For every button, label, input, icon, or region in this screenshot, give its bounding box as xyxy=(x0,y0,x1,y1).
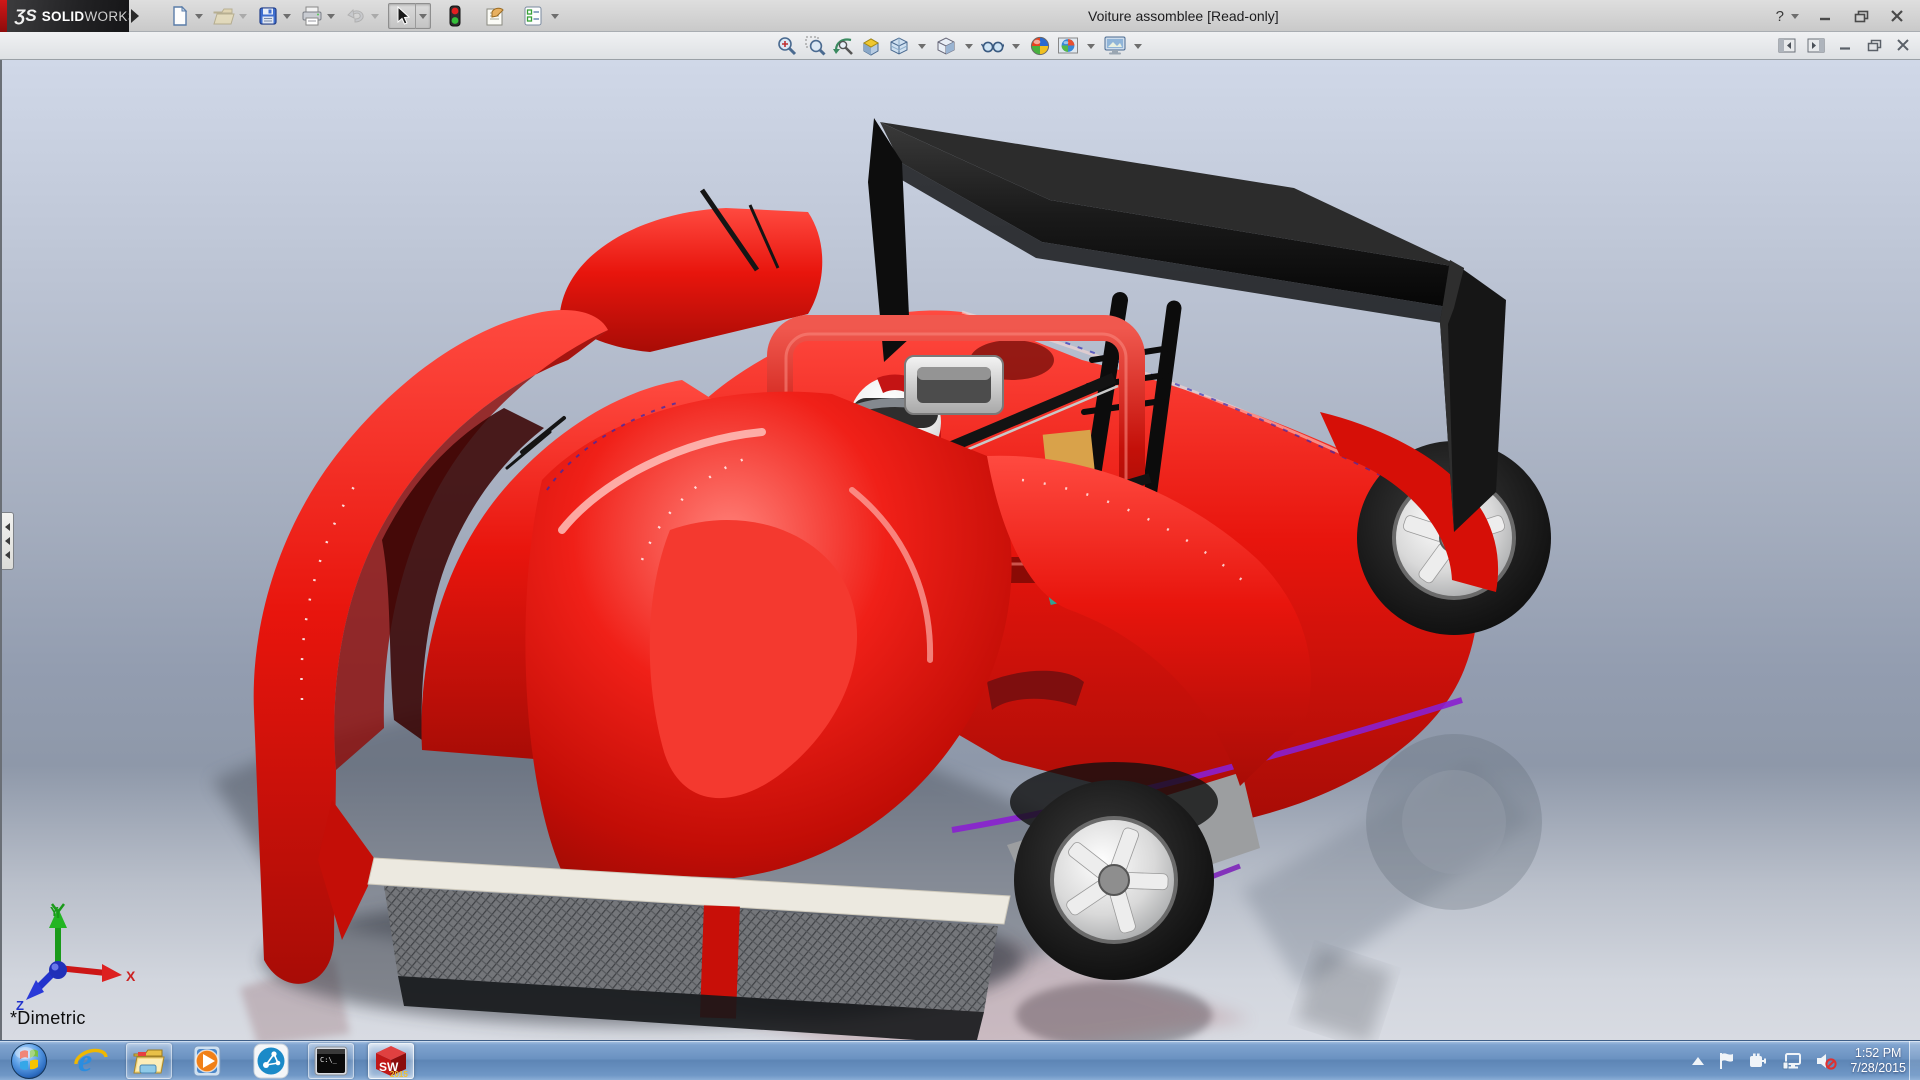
undo-dropdown[interactable] xyxy=(371,14,379,19)
help-button[interactable]: ? xyxy=(1776,8,1802,25)
title-bar: ƷS SOLIDWORKS xyxy=(0,0,1920,32)
split-pane-left-icon[interactable] xyxy=(1776,36,1798,54)
view-settings-dropdown[interactable] xyxy=(1134,44,1142,49)
options-dropdown[interactable] xyxy=(551,14,559,19)
rebuild-traffic-light-icon[interactable] xyxy=(443,4,467,28)
view-orientation-dropdown[interactable] xyxy=(918,44,926,49)
headsup-toolbar xyxy=(775,33,1145,59)
zoom-to-area-icon[interactable] xyxy=(803,35,826,58)
triad-y-label: Y xyxy=(50,904,59,919)
sw-icon-year: 2015 xyxy=(390,1070,408,1078)
select-tool-group xyxy=(388,3,431,29)
print-dropdown[interactable] xyxy=(327,14,335,19)
solidworks-taskbar-icon[interactable]: SW 2015 xyxy=(368,1043,414,1079)
cmd-icon-text: C:\_ xyxy=(320,1056,338,1064)
save-icon[interactable] xyxy=(256,4,280,28)
taskbar-clock[interactable]: 1:52 PM 7/28/2015 xyxy=(1850,1046,1906,1076)
open-dropdown[interactable] xyxy=(239,14,247,19)
main-toolbar xyxy=(168,0,562,32)
window-title: Voiture assomblee [Read-only] xyxy=(1088,8,1279,24)
display-style-dropdown[interactable] xyxy=(965,44,973,49)
close-document-icon[interactable] xyxy=(1892,36,1914,54)
car-model[interactable] xyxy=(2,60,1920,1040)
file-properties-icon[interactable] xyxy=(483,4,507,28)
windows-explorer-icon[interactable] xyxy=(126,1043,172,1079)
media-player-icon[interactable] xyxy=(184,1043,230,1079)
clock-date: 7/28/2015 xyxy=(1850,1061,1906,1076)
system-tray: 1:52 PM 7/28/2015 xyxy=(1691,1041,1906,1080)
command-prompt-icon[interactable]: C:\_ xyxy=(308,1043,354,1079)
graphics-viewport[interactable]: Y X Z *Dimetric xyxy=(0,60,1920,1040)
open-icon[interactable] xyxy=(212,4,236,28)
show-desktop-button[interactable] xyxy=(1909,1041,1920,1080)
section-view-icon[interactable] xyxy=(859,35,882,58)
view-orientation-icon[interactable] xyxy=(887,35,910,58)
menu-expand-arrow[interactable] xyxy=(131,9,139,23)
orientation-triad: Y X Z xyxy=(14,902,144,1012)
clock-time: 1:52 PM xyxy=(1850,1046,1906,1061)
select-dropdown[interactable] xyxy=(415,3,430,29)
close-button[interactable] xyxy=(1884,7,1910,25)
solidworks-window: ƷS SOLIDWORKS xyxy=(0,0,1920,1080)
titlebar-controls: ? xyxy=(1776,0,1910,32)
zoom-to-fit-icon[interactable] xyxy=(775,35,798,58)
triad-x-label: X xyxy=(126,968,136,984)
print-icon[interactable] xyxy=(300,4,324,28)
share-app-icon[interactable] xyxy=(248,1043,294,1079)
edit-appearance-icon[interactable] xyxy=(1028,35,1051,58)
view-settings-icon[interactable] xyxy=(1103,35,1126,58)
svg-text:e: e xyxy=(78,1044,92,1078)
windows-taskbar: e xyxy=(0,1040,1920,1080)
document-window-controls xyxy=(1776,36,1914,54)
options-checklist-icon[interactable] xyxy=(521,4,545,28)
headsup-toolbar-row xyxy=(0,32,1920,60)
app-edge-accent xyxy=(0,0,7,32)
new-document-icon[interactable] xyxy=(168,4,192,28)
network-icon[interactable] xyxy=(1782,1052,1802,1070)
hide-show-items-icon[interactable] xyxy=(981,35,1004,58)
minimize-button[interactable] xyxy=(1812,7,1838,25)
start-button[interactable] xyxy=(6,1043,52,1079)
apply-scene-icon[interactable] xyxy=(1056,35,1079,58)
apply-scene-dropdown[interactable] xyxy=(1087,44,1095,49)
display-style-icon[interactable] xyxy=(934,35,957,58)
select-cursor-icon[interactable] xyxy=(389,4,415,28)
volume-muted-icon[interactable] xyxy=(1815,1052,1837,1070)
previous-view-icon[interactable] xyxy=(831,35,854,58)
feature-tree-collapse-tab[interactable] xyxy=(2,512,14,570)
minimize-document-icon[interactable] xyxy=(1834,36,1856,54)
power-plug-icon[interactable] xyxy=(1749,1052,1769,1070)
solidworks-logo: ƷS SOLIDWORKS xyxy=(7,0,129,32)
view-orientation-label: *Dimetric xyxy=(10,1008,86,1029)
action-center-flag-icon[interactable] xyxy=(1718,1052,1736,1070)
internet-explorer-icon[interactable]: e xyxy=(68,1043,114,1079)
mirror-box xyxy=(905,356,1003,414)
restore-button[interactable] xyxy=(1848,7,1874,25)
new-document-dropdown[interactable] xyxy=(195,14,203,19)
split-pane-right-icon[interactable] xyxy=(1805,36,1827,54)
save-dropdown[interactable] xyxy=(283,14,291,19)
restore-document-icon[interactable] xyxy=(1863,36,1885,54)
undo-icon[interactable] xyxy=(344,4,368,28)
hide-show-dropdown[interactable] xyxy=(1012,44,1020,49)
front-right-wheel xyxy=(1014,780,1214,980)
show-hidden-icons-button[interactable] xyxy=(1691,1056,1705,1066)
dassault-3ds-mark: ƷS xyxy=(15,6,37,26)
